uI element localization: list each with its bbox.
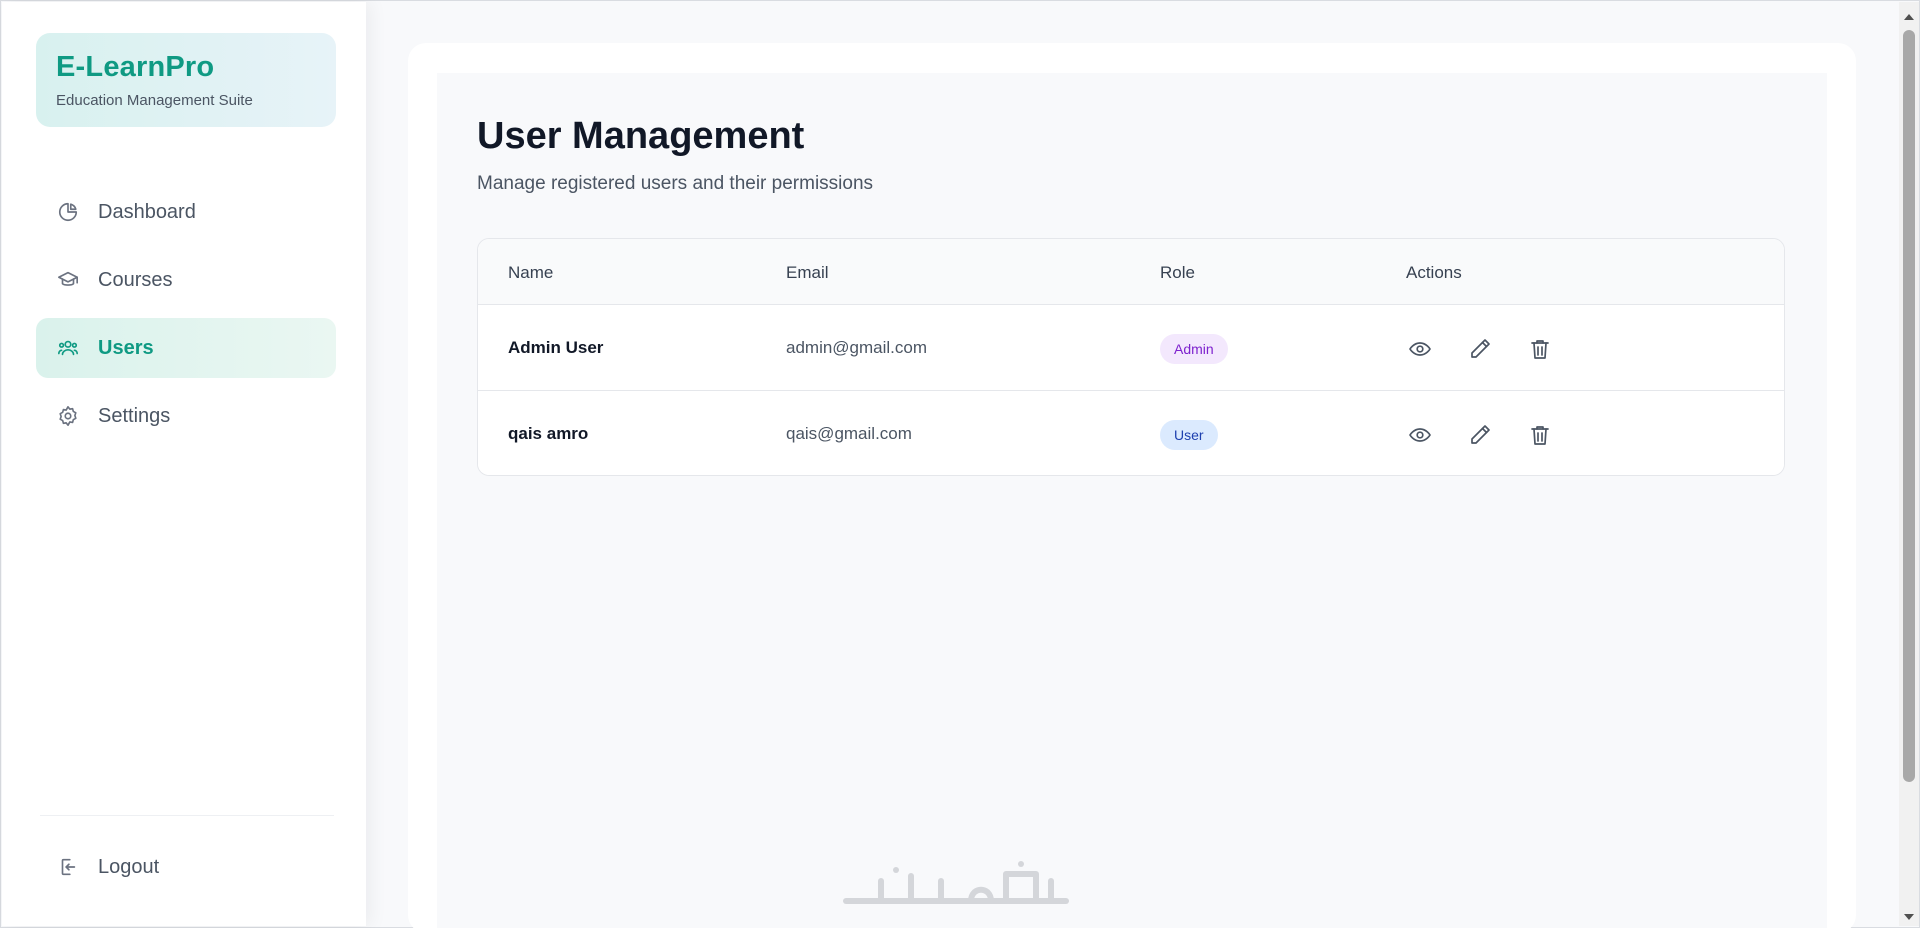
- delete-button[interactable]: [1526, 421, 1554, 449]
- role-badge: User: [1160, 420, 1218, 450]
- app-window: E-LearnPro Education Management Suite Da…: [0, 0, 1920, 928]
- sidebar-item-label: Dashboard: [98, 200, 196, 223]
- sidebar-item-courses[interactable]: Courses: [36, 250, 336, 310]
- sidebar-item-label: Settings: [98, 404, 171, 427]
- sidebar-item-label: Courses: [98, 268, 173, 291]
- logout-label: Logout: [98, 855, 160, 878]
- role-badge: Admin: [1160, 334, 1228, 364]
- edit-button[interactable]: [1466, 421, 1494, 449]
- sidebar-item-settings[interactable]: Settings: [36, 386, 336, 446]
- page-title: User Management: [477, 115, 805, 157]
- table-header: Name Email Role Actions: [478, 239, 1784, 305]
- view-button[interactable]: [1406, 335, 1434, 363]
- watermark-logo: [841, 856, 1081, 916]
- main-content: [437, 73, 1827, 928]
- sidebar-item-dashboard[interactable]: Dashboard: [36, 182, 336, 242]
- logout-icon: [56, 855, 80, 879]
- brand-subtitle: Education Management Suite: [56, 92, 253, 109]
- user-name: qais amro: [508, 424, 589, 443]
- row-actions: [1406, 335, 1586, 363]
- column-header-role: Role: [1160, 263, 1195, 282]
- sidebar-divider: [40, 815, 334, 816]
- user-email: qais@gmail.com: [786, 424, 912, 443]
- user-name: Admin User: [508, 338, 604, 357]
- row-actions: [1406, 421, 1586, 449]
- sidebar-item-users[interactable]: Users: [36, 318, 336, 378]
- users-table: Name Email Role Actions Admin User admin…: [477, 238, 1785, 476]
- eye-icon: [1409, 342, 1431, 356]
- pencil-icon: [1471, 339, 1490, 358]
- sidebar-item-label: Users: [98, 336, 154, 359]
- pencil-icon: [1471, 425, 1490, 444]
- view-button[interactable]: [1406, 421, 1434, 449]
- column-header-email: Email: [786, 263, 829, 282]
- gear-icon: [56, 404, 80, 428]
- users-icon: [56, 336, 80, 360]
- brand-title: E-LearnPro: [56, 51, 215, 83]
- column-header-actions: Actions: [1406, 263, 1462, 282]
- table-row: Admin User admin@gmail.com Admin: [478, 305, 1784, 391]
- scroll-down-arrow-icon[interactable]: [1903, 910, 1915, 922]
- graduation-cap-icon: [56, 268, 80, 292]
- trash-icon: [1531, 340, 1549, 359]
- sidebar: E-LearnPro Education Management Suite Da…: [2, 2, 366, 926]
- logout-button[interactable]: Logout: [36, 837, 336, 897]
- user-email: admin@gmail.com: [786, 338, 928, 357]
- page-subtitle: Manage registered users and their permis…: [477, 173, 874, 194]
- scroll-up-arrow-icon[interactable]: [1903, 10, 1915, 22]
- delete-button[interactable]: [1526, 335, 1554, 363]
- sidebar-nav: Dashboard Courses Users Settings: [36, 182, 336, 454]
- pie-chart-icon: [56, 200, 80, 224]
- scrollbar-thumb[interactable]: [1903, 30, 1915, 782]
- table-row: qais amro qais@gmail.com User: [478, 391, 1784, 475]
- trash-icon: [1531, 426, 1549, 445]
- edit-button[interactable]: [1466, 335, 1494, 363]
- column-header-name: Name: [508, 263, 554, 282]
- eye-icon: [1409, 428, 1431, 442]
- brand-card[interactable]: E-LearnPro Education Management Suite: [36, 33, 336, 127]
- vertical-scrollbar[interactable]: [1899, 2, 1919, 926]
